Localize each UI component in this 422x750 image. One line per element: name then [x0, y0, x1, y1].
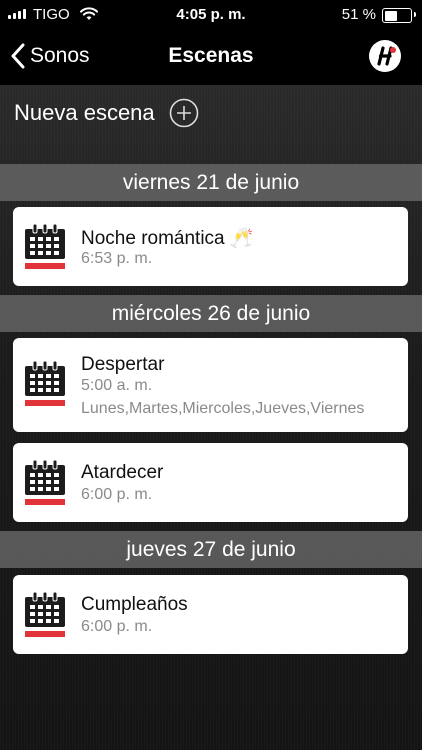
section-header-date: viernes 21 de junio: [0, 164, 422, 201]
new-scene-label: Nueva escena: [14, 100, 155, 125]
scene-title: Cumpleaños: [81, 594, 188, 615]
section-header-date: jueves 27 de junio: [0, 531, 422, 568]
scene-card[interactable]: Cumpleaños 6:00 p. m.: [13, 575, 408, 654]
scene-time: 6:00 p. m.: [81, 618, 153, 635]
calendar-icon: [25, 459, 65, 505]
scene-title: Despertar: [81, 354, 165, 375]
navigation-bar: Sonos Escenas: [0, 30, 422, 85]
scene-title: Atardecer: [81, 462, 164, 483]
scene-time: 6:53 p. m.: [81, 250, 153, 267]
status-bar: TIGO 4:05 p. m. 51 %: [0, 0, 422, 30]
scene-time: 5:00 a. m.: [81, 377, 153, 394]
scene-card[interactable]: Noche romántica 🥂 6:53 p. m.: [13, 207, 408, 286]
scene-title: Noche romántica 🥂: [81, 228, 254, 249]
page-title: Escenas: [168, 44, 254, 67]
calendar-icon: [25, 360, 65, 406]
calendar-icon: [25, 591, 65, 637]
scene-card[interactable]: Despertar 5:00 a. m. Lunes,Martes,Mierco…: [13, 338, 408, 432]
calendar-icon: [25, 223, 65, 269]
section-header-date: miércoles 26 de junio: [0, 295, 422, 332]
brand-logo-icon[interactable]: [368, 39, 402, 73]
add-circle-icon: [169, 98, 198, 128]
battery-icon: [382, 8, 416, 23]
scene-card[interactable]: Atardecer 6:00 p. m.: [13, 443, 408, 522]
scene-time: 6:00 p. m.: [81, 486, 153, 503]
scene-repeat-days: Lunes,Martes,Miercoles,Jueves,Viernes: [81, 400, 365, 417]
battery-percentage: 51 %: [341, 6, 376, 23]
new-scene-button[interactable]: Nueva escena: [14, 98, 199, 128]
